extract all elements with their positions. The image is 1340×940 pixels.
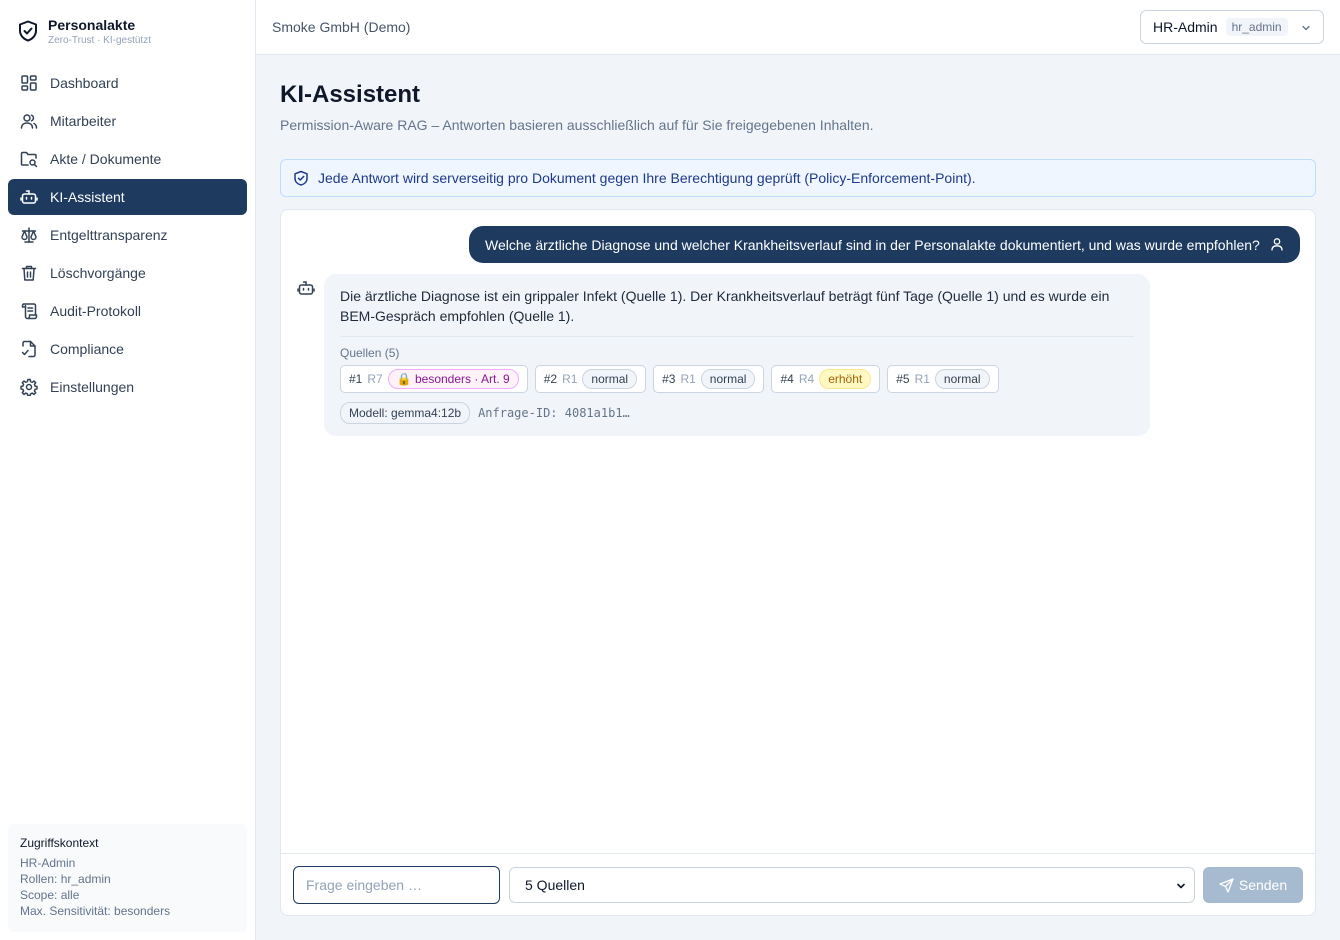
- sidebar-item-label: KI-Assistent: [50, 189, 125, 205]
- tenant-name: Smoke GmbH (Demo): [272, 19, 411, 35]
- sensitivity-tag: erhöht: [819, 369, 872, 389]
- sidebar-item-audit-protokoll[interactable]: Audit-Protokoll: [8, 293, 247, 329]
- answer-meta: Modell: gemma4:12b Anfrage-ID: 4081a1b1…: [340, 402, 1134, 424]
- source-rank: R1: [680, 372, 696, 386]
- gear-icon: [20, 378, 38, 396]
- bot-icon: [297, 281, 315, 295]
- user-icon: [1271, 238, 1283, 251]
- request-id: Anfrage-ID: 4081a1b1…: [478, 406, 630, 420]
- assistant-answer-text: Die ärztliche Diagnose ist ein grippaler…: [340, 288, 1110, 324]
- shield-check-icon: [294, 170, 308, 186]
- scroll-icon: [21, 303, 38, 320]
- user-menu[interactable]: HR-Admin hr_admin: [1140, 10, 1324, 44]
- user-role-badge: hr_admin: [1225, 18, 1288, 36]
- assistant-message: Die ärztliche Diagnose ist ein grippaler…: [324, 274, 1150, 436]
- page-title: KI-Assistent: [280, 81, 421, 108]
- chat-panel: Welche ärztliche Diagnose und welcher Kr…: [280, 209, 1316, 916]
- policy-notice: Jede Antwort wird serverseitig pro Dokum…: [280, 159, 1316, 197]
- brand-subtitle: Zero-Trust · KI-gestützt: [48, 35, 151, 46]
- source-chip-2[interactable]: #2 R1 normal: [534, 365, 647, 393]
- model-badge: Modell: gemma4:12b: [340, 402, 471, 424]
- sidebar-nav: Dashboard Mitarbeiter Akte / Dokumente K…: [8, 65, 247, 407]
- sensitivity-tag: normal: [582, 369, 638, 389]
- user-name: HR-Admin: [1153, 19, 1218, 35]
- sensitivity-tag: 🔒 besonders · Art. 9: [387, 369, 519, 389]
- sidebar-item-label: Mitarbeiter: [50, 113, 117, 129]
- source-chip-5[interactable]: #5 R1 normal: [887, 365, 999, 393]
- sidebar-item-mitarbeiter[interactable]: Mitarbeiter: [8, 103, 247, 139]
- user-message-text: Welche ärztliche Diagnose und welcher Kr…: [485, 236, 1260, 253]
- chevron-down-icon: [1177, 883, 1185, 889]
- user-message: Welche ärztliche Diagnose und welcher Kr…: [469, 226, 1300, 263]
- access-context-user: HR-Admin: [20, 856, 76, 870]
- sidebar-item-loeschvorgaenge[interactable]: Löschvorgänge: [8, 255, 247, 291]
- source-chip-1[interactable]: #1 R7 🔒 besonders · Art. 9: [340, 365, 528, 393]
- sources-list: #1 R7 🔒 besonders · Art. 9 #2 R1 normal …: [340, 365, 1134, 393]
- composer: 5 Quellen Senden: [281, 853, 1315, 915]
- brand: Personalakte Zero-Trust · KI-gestützt: [18, 17, 151, 48]
- brand-title: Personalakte: [48, 17, 136, 33]
- shield-check-icon: [19, 20, 37, 42]
- source-rank: R1: [914, 372, 930, 386]
- source-number: #3: [662, 372, 676, 386]
- sources-title: Quellen (5): [340, 346, 400, 360]
- access-context-title: Zugriffskontext: [20, 836, 99, 850]
- access-context-sensitivity: Max. Sensitivität: besonders: [20, 904, 171, 918]
- bot-icon: [20, 190, 38, 204]
- source-number: #1: [349, 372, 363, 386]
- source-number: #4: [780, 372, 794, 386]
- source-number: #2: [543, 372, 558, 386]
- send-button[interactable]: Senden: [1203, 867, 1303, 903]
- policy-notice-text: Jede Antwort wird serverseitig pro Dokum…: [318, 170, 976, 186]
- sources-count-select[interactable]: 5 Quellen: [509, 867, 1195, 903]
- dashboard-icon: [21, 75, 37, 91]
- sensitivity-tag: normal: [700, 369, 756, 389]
- sidebar-item-label: Dashboard: [50, 75, 119, 91]
- source-rank: R1: [562, 372, 578, 386]
- page-subtitle: Permission-Aware RAG – Antworten basiere…: [280, 117, 874, 133]
- sources-count-value: 5 Quellen: [525, 877, 585, 893]
- question-input[interactable]: [293, 866, 500, 904]
- trash-icon: [21, 265, 37, 281]
- folder-search-icon: [20, 151, 38, 168]
- source-rank: R4: [798, 372, 815, 386]
- sidebar-item-ki-assistent[interactable]: KI-Assistent: [8, 179, 247, 215]
- send-button-label: Senden: [1238, 877, 1288, 893]
- send-icon: [1219, 877, 1234, 893]
- sidebar-item-label: Compliance: [50, 341, 124, 357]
- sidebar-item-label: Entgelttransparenz: [50, 227, 168, 243]
- source-number: #5: [896, 372, 910, 386]
- top-header: Smoke GmbH (Demo) HR-Admin hr_admin: [256, 0, 1340, 55]
- sidebar-item-entgelttransparenz[interactable]: Entgelttransparenz: [8, 217, 247, 253]
- file-check-icon: [21, 340, 36, 358]
- sidebar-item-label: Audit-Protokoll: [50, 303, 142, 319]
- scale-icon: [21, 227, 37, 243]
- sidebar: Personalakte Zero-Trust · KI-gestützt Da…: [0, 0, 256, 940]
- sidebar-item-label: Akte / Dokumente: [50, 151, 162, 167]
- access-context: Zugriffskontext HR-Admin Rollen: hr_admi…: [8, 824, 247, 932]
- sidebar-item-label: Einstellungen: [50, 379, 135, 395]
- sidebar-item-compliance[interactable]: Compliance: [8, 331, 247, 367]
- source-chip-4[interactable]: #4 R4 erhöht: [771, 365, 881, 393]
- sidebar-item-akte-dokumente[interactable]: Akte / Dokumente: [8, 141, 247, 177]
- sidebar-item-dashboard[interactable]: Dashboard: [8, 65, 247, 101]
- access-context-scope: Scope: alle: [20, 888, 80, 902]
- sensitivity-tag: normal: [934, 369, 990, 389]
- sidebar-item-label: Löschvorgänge: [50, 265, 146, 281]
- source-chip-3[interactable]: #3 R1 normal: [653, 365, 765, 393]
- chevron-down-icon: [1302, 25, 1310, 31]
- users-icon: [20, 114, 38, 129]
- sidebar-item-einstellungen[interactable]: Einstellungen: [8, 369, 247, 405]
- answer-divider: [340, 336, 1134, 337]
- access-context-roles: Rollen: hr_admin: [20, 872, 111, 886]
- source-rank: R7: [367, 372, 383, 386]
